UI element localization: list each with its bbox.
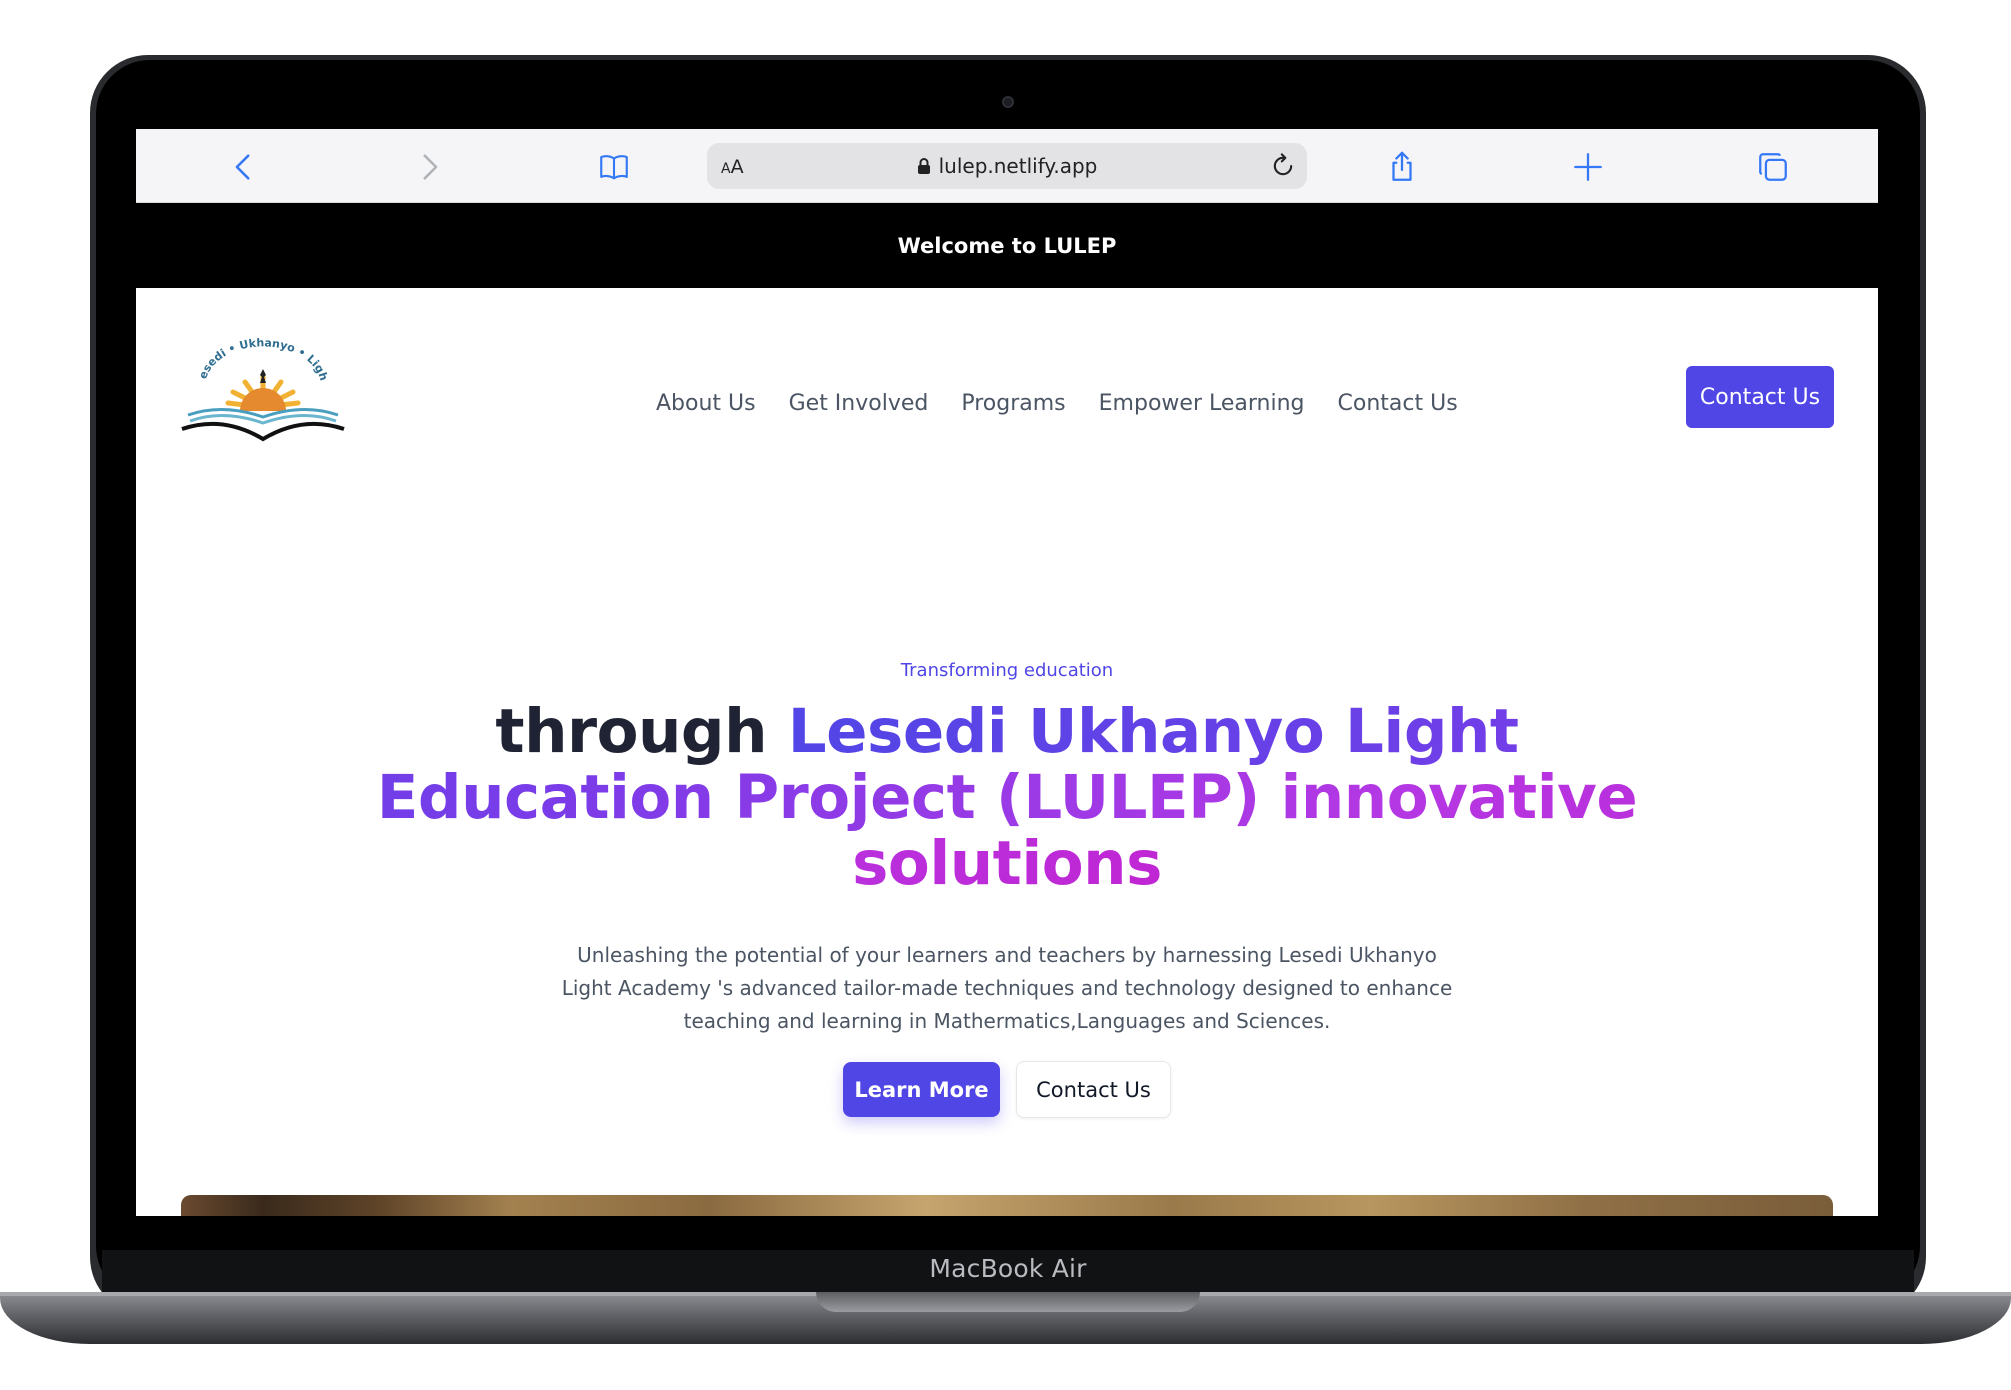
hero-title-dark: through: [495, 696, 768, 767]
laptop-hinge-notch: [816, 1292, 1200, 1312]
announcement-text: Welcome to LULEP: [897, 233, 1117, 258]
hero-image: [181, 1195, 1833, 1216]
camera-icon: [1002, 96, 1014, 108]
header-contact-button[interactable]: Contact Us: [1686, 366, 1834, 428]
svg-text:Lesedi • Ukhanyo • Light: Lesedi • Ukhanyo • Light: [178, 337, 330, 382]
lulep-logo[interactable]: Lesedi • Ukhanyo • Light: [178, 337, 348, 447]
hero-subtitle: Unleashing the potential of your learner…: [561, 943, 1453, 1033]
reload-icon[interactable]: [1269, 152, 1297, 180]
share-icon[interactable]: [1384, 149, 1420, 185]
logo-text: Lesedi • Ukhanyo • Light: [178, 337, 330, 382]
hero-title: through Lesedi Ukhanyo Light Education P…: [326, 699, 1688, 897]
browser-toolbar: AA lulep.netlify.app: [136, 129, 1878, 203]
hero-contact-button[interactable]: Contact Us: [1016, 1061, 1171, 1118]
nav-empower-learning[interactable]: Empower Learning: [1099, 384, 1305, 424]
nav-get-involved[interactable]: Get Involved: [789, 384, 929, 424]
main-nav: About Us Get Involved Programs Empower L…: [656, 384, 1458, 424]
forward-icon[interactable]: [411, 149, 447, 185]
new-tab-icon[interactable]: [1570, 149, 1606, 185]
lock-icon: [917, 158, 930, 174]
laptop-chin: MacBook Air: [102, 1250, 1914, 1292]
browser-screen: AA lulep.netlify.app Welcome to LULEP es…: [136, 129, 1878, 1216]
address-bar[interactable]: AA lulep.netlify.app: [707, 143, 1307, 189]
nav-contact-us[interactable]: Contact Us: [1338, 384, 1458, 424]
bookmarks-icon[interactable]: [596, 149, 632, 185]
device-label: MacBook Air: [929, 1254, 1087, 1283]
nav-programs[interactable]: Programs: [961, 384, 1065, 424]
url-text[interactable]: lulep.netlify.app: [939, 154, 1098, 178]
nav-about-us[interactable]: About Us: [656, 384, 756, 424]
learn-more-button[interactable]: Learn More: [843, 1062, 1000, 1117]
tabs-icon[interactable]: [1755, 149, 1791, 185]
hero-eyebrow: Transforming education: [900, 660, 1114, 681]
announcement-bar: Welcome to LULEP: [136, 203, 1878, 288]
back-icon[interactable]: [226, 149, 262, 185]
